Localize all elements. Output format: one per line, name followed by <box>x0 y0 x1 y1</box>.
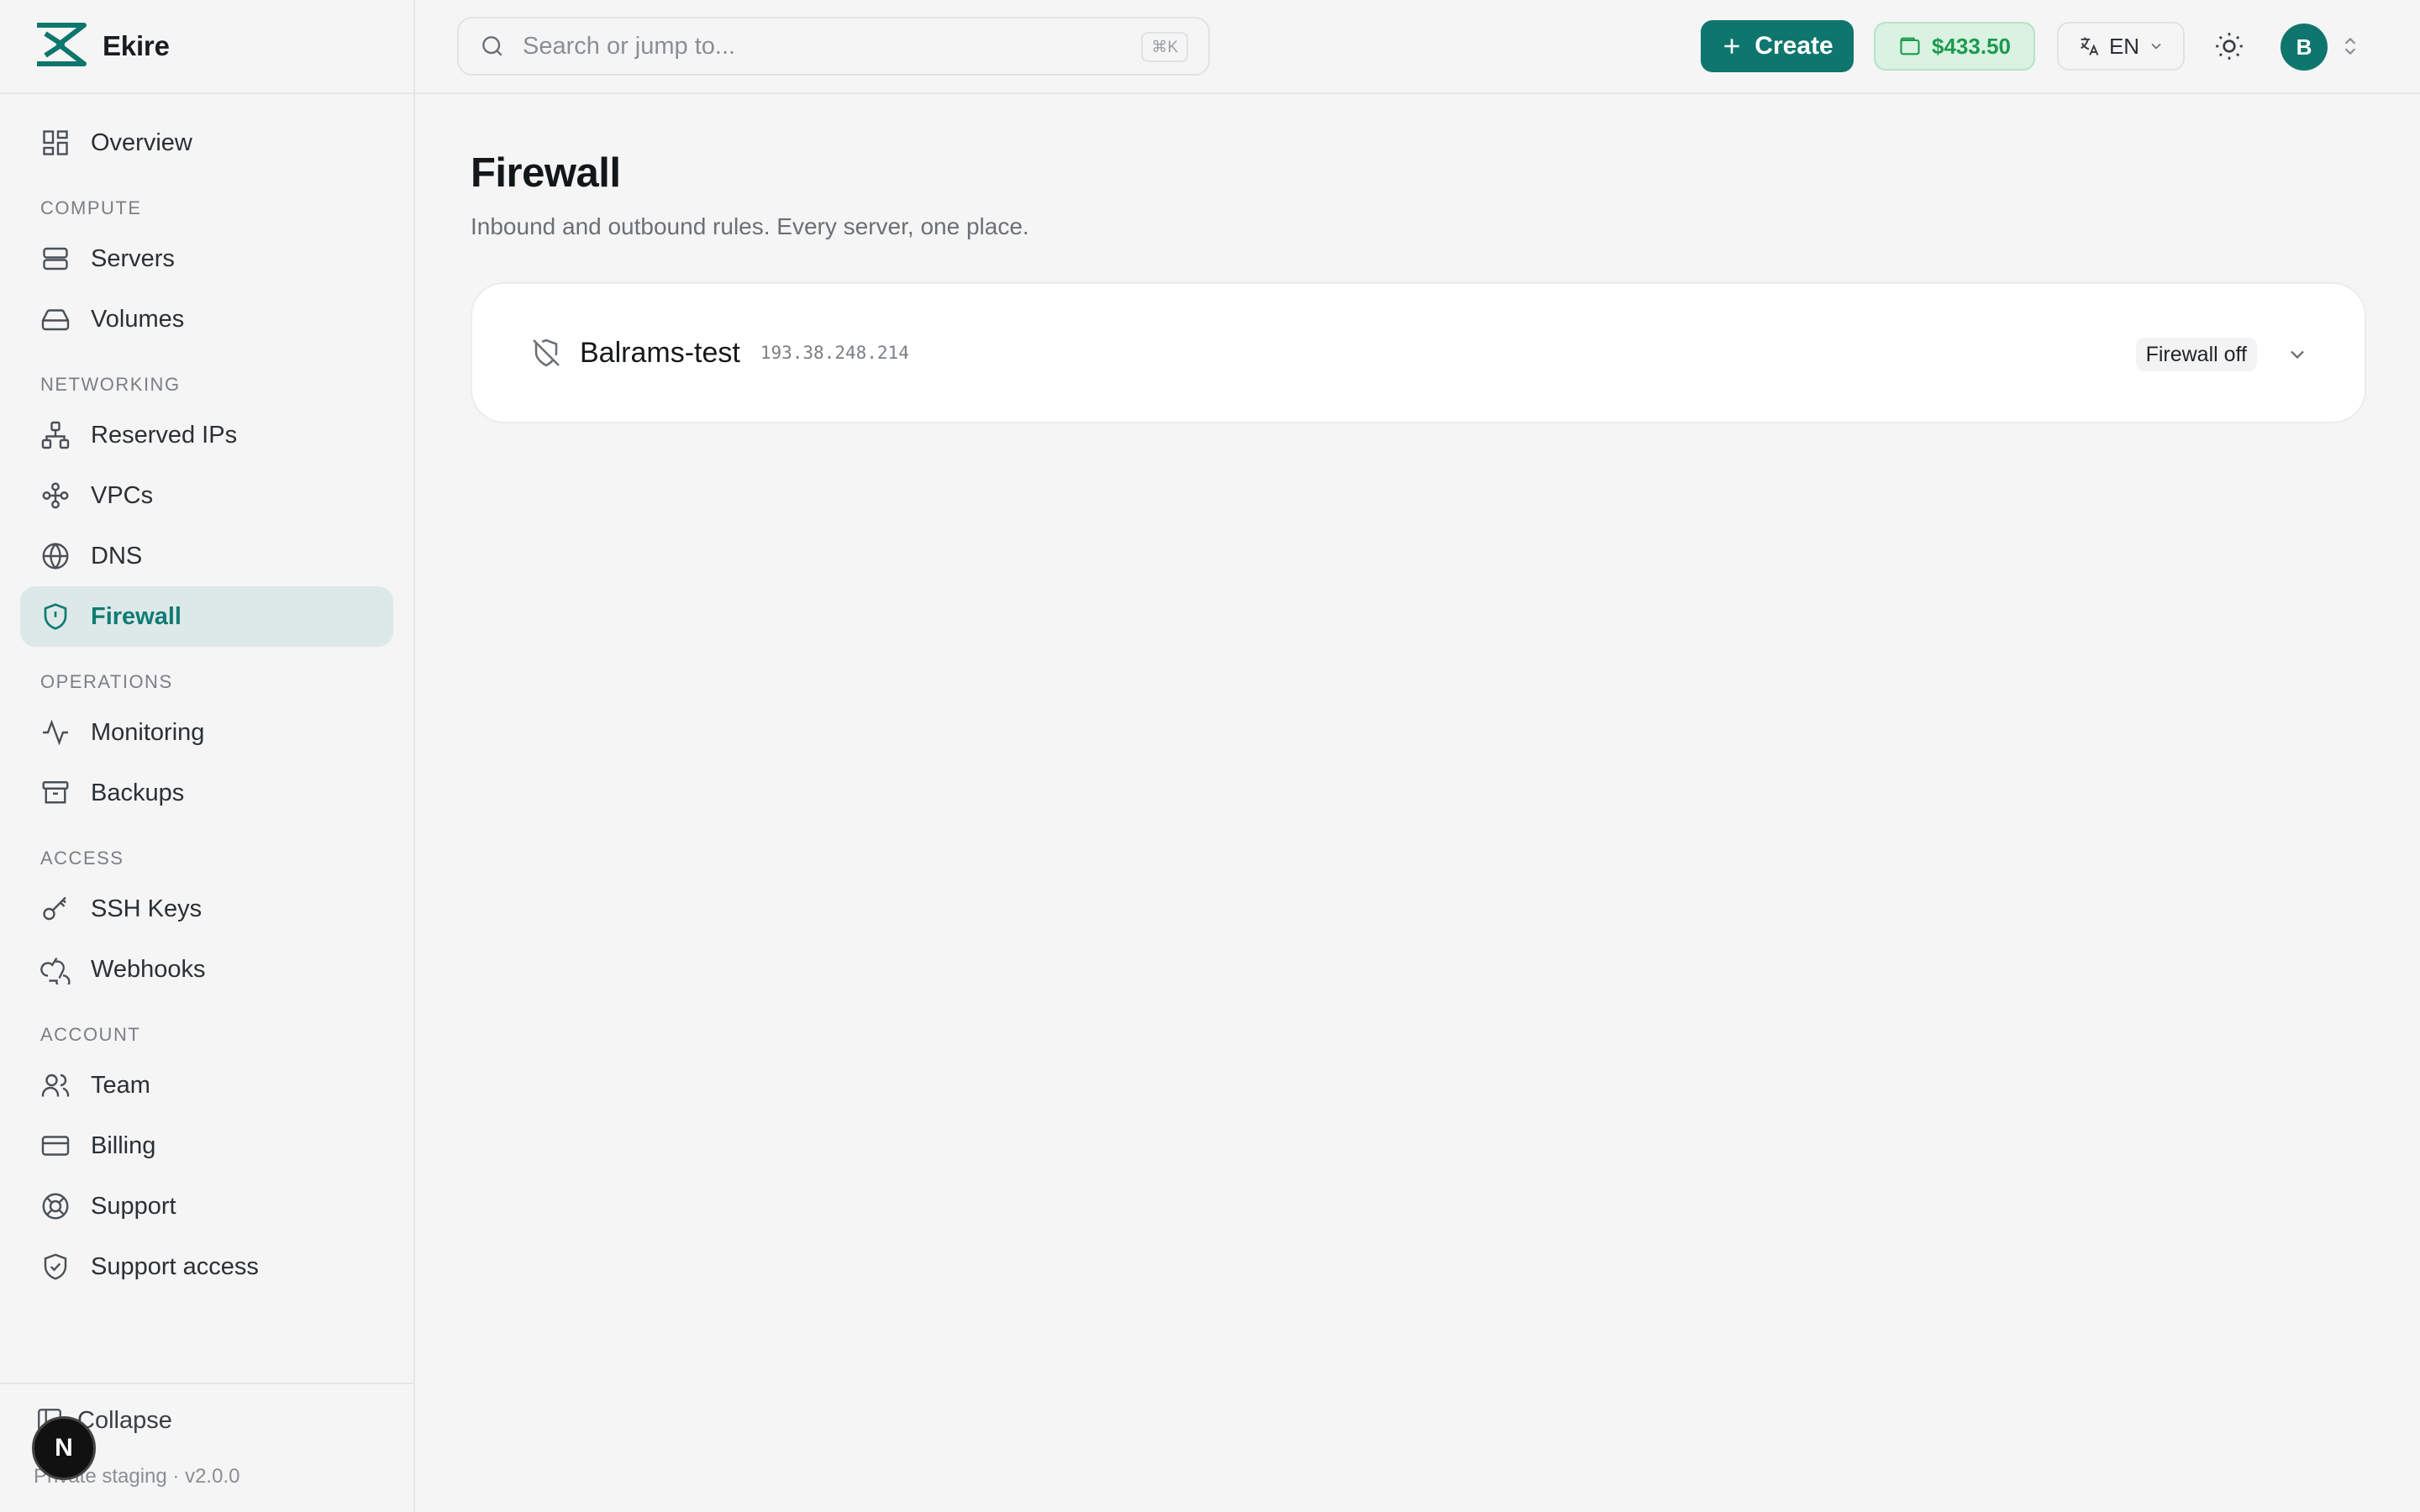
credit-card-icon <box>41 1136 70 1156</box>
server-name: Balrams-test <box>580 336 740 369</box>
section-label-access: ACCESS <box>40 848 124 869</box>
search-shortcut: ⌘K <box>1141 32 1188 62</box>
sidebar-item-monitoring[interactable]: Monitoring <box>20 702 393 763</box>
sidebar-item-label: Backups <box>91 779 185 806</box>
topbar: ⌘K Create $433.50 EN B <box>415 0 2420 94</box>
wallet-icon <box>1900 37 1920 55</box>
avatar-initial: B <box>2296 34 2312 60</box>
sidebar-item-label: Team <box>91 1071 150 1099</box>
status-badge: Firewall off <box>2135 338 2257 371</box>
section-label-networking: NETWORKING <box>40 374 181 395</box>
brand[interactable]: Ekire <box>0 0 413 94</box>
plus-icon <box>1724 39 1739 54</box>
chevron-down-icon <box>2151 43 2161 50</box>
dev-badge-letter: N <box>55 1434 73 1462</box>
collapse-label: Collapse <box>77 1406 172 1434</box>
sidebar-item-overview[interactable]: Overview <box>20 113 393 173</box>
sidebar-item-label: Volumes <box>91 305 185 333</box>
balance-button[interactable]: $433.50 <box>1874 22 2035 71</box>
theme-toggle[interactable] <box>2212 29 2247 64</box>
create-button[interactable]: Create <box>1701 20 1854 72</box>
sidebar-item-volumes[interactable]: Volumes <box>20 289 393 349</box>
sidebar-item-firewall[interactable]: Firewall <box>20 586 393 647</box>
sidebar-item-label: Billing <box>91 1131 156 1159</box>
workflow-icon <box>42 482 69 509</box>
translate-icon <box>2081 37 2099 55</box>
grid-icon <box>43 130 68 155</box>
shield-off-icon <box>533 339 560 367</box>
page-subtitle: Inbound and outbound rules. Every server… <box>471 213 1029 239</box>
sidebar-item-billing[interactable]: Billing <box>20 1116 393 1176</box>
sidebar-item-team[interactable]: Team <box>20 1055 393 1116</box>
brand-name: Ekire <box>103 30 170 61</box>
dev-tools-badge[interactable]: N <box>32 1416 96 1480</box>
sidebar-item-label: Support <box>91 1192 176 1220</box>
webhook-icon <box>40 957 71 984</box>
life-buoy-icon <box>42 1193 69 1220</box>
balance-amount: $433.50 <box>1932 33 2011 59</box>
search-box[interactable]: ⌘K <box>457 17 1210 76</box>
sidebar-item-label: Monitoring <box>91 718 205 746</box>
sidebar-item-label: Support access <box>91 1252 259 1280</box>
sidebar-item-support[interactable]: Support <box>20 1176 393 1236</box>
sidebar-item-support-access[interactable]: Support access <box>20 1236 393 1297</box>
shield-alert-icon <box>44 603 67 630</box>
language-select[interactable]: EN <box>2057 22 2185 71</box>
sidebar-item-label: Servers <box>91 244 175 272</box>
hard-drive-icon <box>41 309 70 331</box>
language-label: EN <box>2108 33 2140 59</box>
avatar[interactable]: B <box>2281 24 2328 71</box>
page-title: Firewall <box>471 150 621 196</box>
main-content: Firewall Inbound and outbound rules. Eve… <box>471 94 2420 423</box>
sidebar: Ekire Overview COMPUTE Servers Volumes N… <box>0 0 415 1512</box>
sidebar-item-label: Overview <box>91 129 192 156</box>
network-icon <box>41 421 70 449</box>
sidebar-item-label: Firewall <box>91 602 182 630</box>
search-input[interactable] <box>523 32 1111 60</box>
sun-icon <box>2216 33 2243 60</box>
globe-icon <box>42 542 69 570</box>
sidebar-item-label: DNS <box>91 542 143 570</box>
sidebar-item-ssh-keys[interactable]: SSH Keys <box>20 879 393 939</box>
chevrons-up-down-icon[interactable] <box>2339 34 2361 63</box>
sidebar-item-vpcs[interactable]: VPCs <box>20 465 393 526</box>
sidebar-item-dns[interactable]: DNS <box>20 526 393 586</box>
sidebar-item-backups[interactable]: Backups <box>20 763 393 823</box>
sidebar-nav: Overview COMPUTE Servers Volumes NETWORK… <box>0 94 413 1297</box>
sidebar-item-servers[interactable]: Servers <box>20 228 393 289</box>
search-icon <box>482 36 502 56</box>
ekire-logo-icon <box>34 22 87 71</box>
sidebar-item-label: VPCs <box>91 481 154 509</box>
server-ip: 193.38.248.214 <box>760 343 909 363</box>
sidebar-item-reserved-ips[interactable]: Reserved IPs <box>20 405 393 465</box>
chevron-down-icon[interactable] <box>2286 343 2309 370</box>
sidebar-item-label: SSH Keys <box>91 895 203 922</box>
server-icon <box>43 247 68 270</box>
key-icon <box>43 896 66 921</box>
archive-icon <box>42 781 69 804</box>
sidebar-item-label: Reserved IPs <box>91 421 238 449</box>
users-icon <box>41 1074 70 1097</box>
section-label-operations: OPERATIONS <box>40 671 173 692</box>
section-label-account: ACCOUNT <box>40 1024 141 1045</box>
sidebar-item-webhooks[interactable]: Webhooks <box>20 939 393 1000</box>
shield-check-icon <box>44 1253 67 1280</box>
activity-icon <box>43 719 68 746</box>
sidebar-item-label: Webhooks <box>91 955 206 983</box>
server-firewall-row[interactable]: Balrams-test 193.38.248.214 Firewall off <box>471 282 2366 423</box>
section-label-compute: COMPUTE <box>40 197 142 218</box>
create-label: Create <box>1754 32 1833 60</box>
